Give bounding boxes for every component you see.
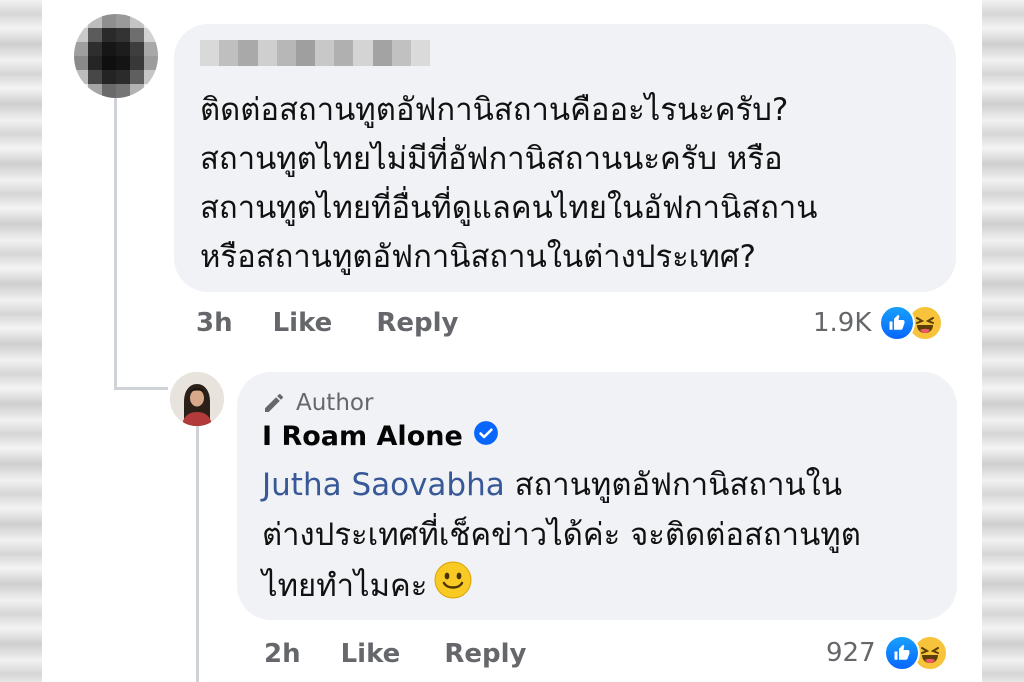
comment-text-line: สถานทูตไทยไม่มีที่อัฟกานิสถานนะครับ หรือ: [200, 141, 783, 177]
reaction-count: 1.9K: [813, 308, 872, 338]
thread-line-branch: [114, 387, 168, 390]
reply-timestamp[interactable]: 2h: [264, 639, 301, 669]
verified-badge-icon: [473, 420, 499, 453]
slightly-smiling-face-icon: [433, 560, 473, 615]
comment-actions: 3h Like Reply: [196, 308, 502, 338]
comment-timestamp[interactable]: 3h: [196, 308, 233, 338]
reply-text-line: Jutha Saovabha สถานทูตอัฟกานิสถานใน: [262, 460, 942, 510]
reply-text-segment: สถานทูตอัฟกานิสถานใน: [504, 467, 843, 503]
author-name[interactable]: I Roam Alone: [262, 420, 499, 453]
author-badge: Author: [262, 390, 373, 416]
blurred-background-right: [982, 0, 1024, 682]
commenter-name-blurred[interactable]: [200, 40, 431, 66]
blurred-background-left: [0, 0, 42, 682]
comment-text-line: ติดต่อสถานทูตอัฟกานิสถานคืออะไรนะครับ?: [200, 92, 789, 128]
like-icon: [883, 635, 920, 671]
avatar-pixelated[interactable]: [74, 14, 158, 98]
reply-text-segment: ไทยทำไมคะ: [262, 568, 428, 604]
reply-text: Jutha Saovabha สถานทูตอัฟกานิสถานใน ต่าง…: [262, 460, 942, 615]
thread-line-vertical: [114, 98, 117, 390]
author-avatar[interactable]: [170, 372, 224, 426]
comment-text-line: สถานทูตไทยที่อื่นที่ดูแลคนไทยในอัฟกานิสถ…: [200, 190, 818, 226]
thread-line-reply: [196, 426, 199, 682]
author-badge-label: Author: [296, 390, 374, 416]
comment-text-line: หรือสถานทูตอัฟกานิสถานในต่างประเทศ?: [200, 239, 756, 275]
reply-text-line: ต่างประเทศที่เช็คข่าวได้ค่ะ จะติดต่อสถาน…: [262, 517, 861, 553]
author-name-label[interactable]: I Roam Alone: [262, 421, 463, 452]
like-button[interactable]: Like: [273, 308, 333, 338]
reaction-count: 927: [826, 638, 876, 668]
mention-link[interactable]: Jutha Saovabha: [262, 467, 505, 503]
comment-reactions[interactable]: 1.9K: [813, 305, 944, 341]
reply-reactions[interactable]: 927: [826, 635, 948, 671]
like-button[interactable]: Like: [341, 639, 401, 669]
reply-actions: 2h Like Reply: [264, 639, 570, 669]
reply-button[interactable]: Reply: [376, 308, 458, 338]
reply-text-line: ไทยทำไมคะ: [262, 560, 942, 615]
pencil-icon: [265, 394, 283, 412]
comment-text: ติดต่อสถานทูตอัฟกานิสถานคืออะไรนะครับ? ส…: [200, 86, 940, 282]
reply-button[interactable]: Reply: [444, 639, 526, 669]
